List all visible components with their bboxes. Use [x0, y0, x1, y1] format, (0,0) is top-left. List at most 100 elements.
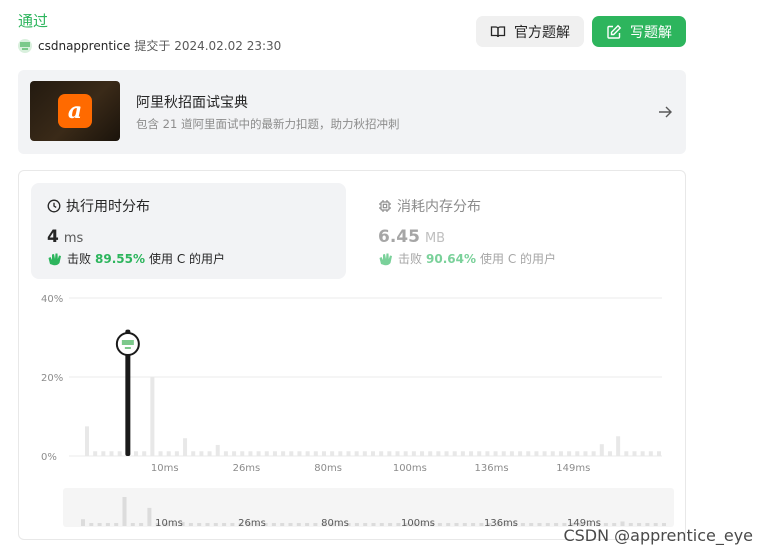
bar[interactable] [501, 451, 506, 456]
bar[interactable] [362, 451, 367, 456]
bar[interactable] [223, 451, 228, 456]
y-tick-label: 0% [41, 452, 57, 463]
bar[interactable] [338, 451, 343, 456]
bar[interactable] [640, 451, 645, 456]
x-tick-label: 80ms [314, 463, 342, 474]
bar[interactable] [485, 451, 490, 456]
mini-bar [379, 523, 384, 526]
submission-meta: csdnapprentice 提交于 2024.02.02 23:30 [18, 37, 281, 54]
bar[interactable] [85, 426, 89, 456]
bar[interactable] [134, 451, 139, 456]
bar[interactable] [199, 451, 204, 456]
bar[interactable] [509, 451, 514, 456]
mini-bar [363, 523, 368, 526]
bar[interactable] [183, 438, 188, 456]
mini-bar [305, 523, 310, 526]
mini-bar [81, 519, 85, 526]
mini-bar [147, 507, 152, 526]
mini-bar [354, 523, 359, 526]
bar[interactable] [191, 451, 196, 456]
bar[interactable] [558, 451, 563, 456]
bar[interactable] [624, 451, 629, 456]
bar[interactable] [281, 451, 286, 456]
bar[interactable] [460, 451, 465, 456]
bar[interactable] [616, 436, 621, 456]
bar[interactable] [395, 451, 400, 456]
bar[interactable] [117, 451, 122, 456]
username[interactable]: csdnapprentice [38, 39, 130, 53]
mini-bar [545, 523, 550, 526]
bar[interactable] [354, 451, 359, 456]
bar[interactable] [428, 451, 433, 456]
mini-bar [89, 523, 94, 526]
bar[interactable] [232, 451, 237, 456]
bar[interactable] [321, 451, 326, 456]
bar[interactable] [387, 451, 392, 456]
promo-banner[interactable]: a 阿里秋招面试宝典 包含 21 道阿里面试中的最新力扣题，助力秋招冲刺 [18, 70, 686, 154]
bar[interactable] [166, 451, 171, 456]
bar[interactable] [607, 451, 612, 456]
bar[interactable] [444, 451, 449, 456]
bar[interactable] [297, 451, 302, 456]
mini-bar [529, 523, 534, 526]
bar[interactable] [518, 451, 523, 456]
write-solution-button[interactable]: 写题解 [592, 16, 686, 47]
avatar[interactable] [18, 38, 32, 53]
bar[interactable] [420, 451, 425, 456]
bar[interactable] [215, 444, 220, 456]
mini-bar [479, 523, 484, 526]
official-solution-button[interactable]: 官方题解 [476, 16, 584, 47]
mini-bar [97, 523, 102, 526]
range-tick-label: 26ms [238, 518, 266, 529]
bar[interactable] [493, 451, 498, 456]
bar[interactable] [436, 451, 441, 456]
bar[interactable] [583, 451, 588, 456]
bar[interactable] [158, 451, 163, 456]
bar[interactable] [632, 451, 637, 456]
x-tick-label: 100ms [393, 463, 427, 474]
mini-bar [105, 523, 110, 526]
bar[interactable] [93, 451, 98, 456]
bar[interactable] [648, 451, 653, 456]
bar[interactable] [248, 451, 253, 456]
arrow-right-icon[interactable] [656, 103, 674, 121]
bar[interactable] [207, 451, 212, 456]
mini-bar [271, 523, 276, 526]
bar[interactable] [542, 451, 547, 456]
bar[interactable] [313, 451, 318, 456]
bar[interactable] [591, 451, 596, 456]
bar[interactable] [657, 451, 661, 456]
mini-bar [396, 523, 401, 526]
bar[interactable] [346, 451, 351, 456]
bar[interactable] [330, 451, 335, 456]
range-tick-label: 100ms [401, 518, 435, 529]
bar[interactable] [452, 451, 457, 456]
runtime-distribution-chart[interactable]: 40% 20% 0% 10ms 26ms 80ms 100ms 136ms 149ms 10ms 2… [19, 171, 685, 539]
bar[interactable] [575, 451, 580, 456]
banner-subtitle: 包含 21 道阿里面试中的最新力扣题，助力秋招冲刺 [136, 117, 400, 131]
bar[interactable] [411, 451, 416, 456]
bar[interactable] [174, 451, 179, 456]
mini-bar [122, 497, 127, 526]
bar[interactable] [567, 451, 572, 456]
bar[interactable] [142, 451, 147, 456]
bar[interactable] [256, 451, 261, 456]
bar[interactable] [403, 451, 408, 456]
bar[interactable] [526, 451, 531, 456]
bar[interactable] [550, 451, 555, 456]
bar[interactable] [379, 451, 384, 456]
mini-bar [313, 523, 318, 526]
bar[interactable] [101, 451, 106, 456]
bar[interactable] [150, 377, 155, 456]
bar[interactable] [109, 451, 114, 456]
bar[interactable] [371, 451, 375, 456]
bar[interactable] [272, 451, 277, 456]
bar[interactable] [477, 451, 482, 456]
bar[interactable] [264, 451, 269, 456]
bar[interactable] [599, 444, 604, 456]
bar[interactable] [305, 451, 310, 456]
bar[interactable] [534, 451, 539, 456]
bar[interactable] [469, 451, 474, 456]
bar[interactable] [240, 451, 245, 456]
bar[interactable] [289, 451, 294, 456]
